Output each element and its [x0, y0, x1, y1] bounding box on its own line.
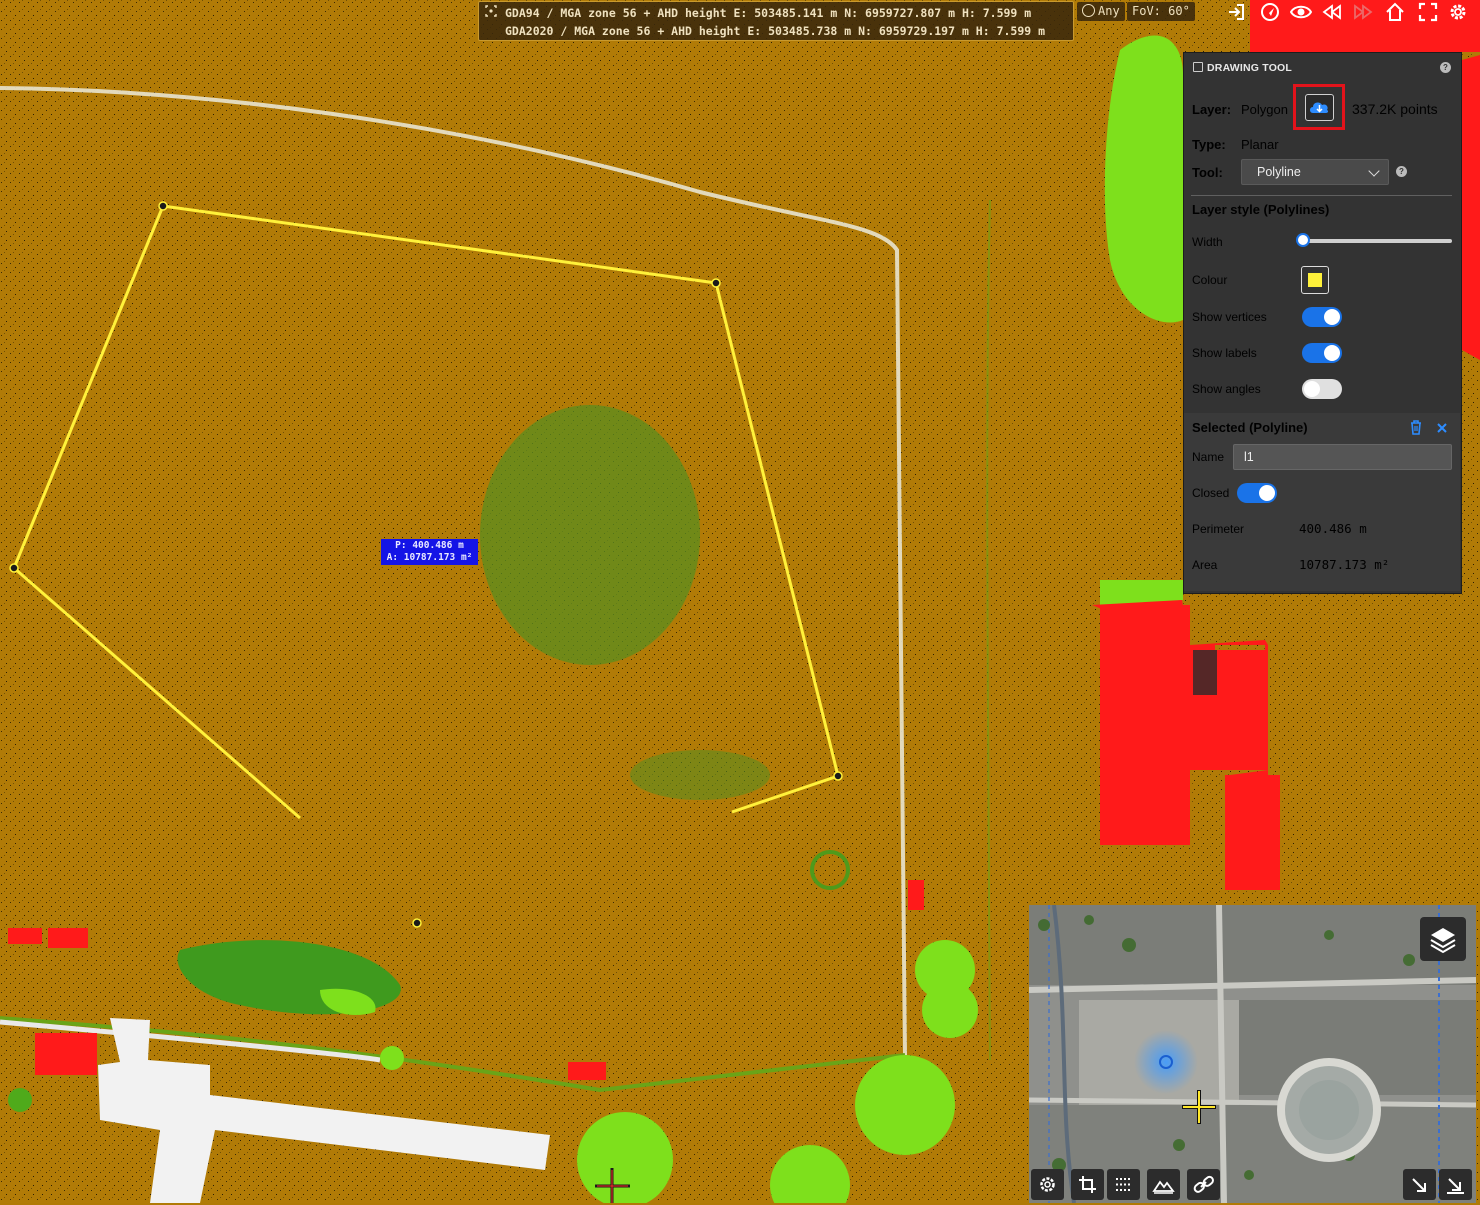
- close-icon[interactable]: [1436, 422, 1448, 434]
- layers-icon: [1430, 928, 1456, 954]
- type-label: Type:: [1192, 137, 1226, 152]
- show-vertices-label: Show vertices: [1192, 310, 1267, 324]
- cloud-download-icon: [1310, 102, 1329, 113]
- perimeter-label: Perimeter: [1192, 522, 1245, 536]
- home-icon[interactable]: [1384, 1, 1406, 23]
- coordinate-readout: GDA94 / MGA zone 56 + AHD height E: 5034…: [478, 1, 1074, 41]
- panel-header: DRAWING TOOL: [1193, 62, 1292, 74]
- tool-label: Tool:: [1192, 165, 1223, 180]
- name-label: Name: [1192, 450, 1225, 464]
- width-label: Width: [1192, 235, 1223, 249]
- name-input-value: l1: [1244, 450, 1254, 464]
- toggle-knob: [1324, 345, 1340, 361]
- show-angles-toggle[interactable]: [1302, 379, 1342, 399]
- eye-icon[interactable]: [1290, 1, 1312, 23]
- divider: [1191, 195, 1452, 196]
- corner-arrow-icon: [1447, 1178, 1464, 1194]
- minimap-settings-button[interactable]: [1031, 1169, 1064, 1200]
- fov-label: FoV: 60°: [1132, 4, 1190, 18]
- area-value: 10787.173 m²: [1299, 557, 1390, 572]
- slider-thumb[interactable]: [1296, 233, 1310, 247]
- help-icon[interactable]: ?: [1440, 62, 1451, 73]
- minimap-expand-button[interactable]: [1439, 1169, 1472, 1200]
- slider-track: [1301, 239, 1452, 243]
- vertex-handle[interactable]: [9, 563, 19, 573]
- tool-select-value: Polyline: [1257, 165, 1301, 179]
- show-labels-label: Show labels: [1192, 346, 1257, 360]
- measurement-label: P: 400.486 m A: 10787.173 m²: [381, 539, 478, 565]
- arrow-down-right-icon: [1412, 1178, 1426, 1192]
- vertex-handle[interactable]: [158, 201, 168, 211]
- minimap-shrink-button[interactable]: [1403, 1169, 1436, 1200]
- tool-select[interactable]: Polyline: [1241, 159, 1389, 185]
- cloud-upload-button[interactable]: [1293, 84, 1345, 130]
- login-icon[interactable]: [1226, 1, 1248, 23]
- gyro-icon: [1082, 4, 1095, 17]
- perimeter-value: 400.486 m: [1299, 521, 1367, 536]
- fov-readout[interactable]: FoV: 60°: [1127, 2, 1195, 21]
- snap-mode-label: Any: [1098, 4, 1120, 18]
- show-angles-label: Show angles: [1192, 382, 1261, 396]
- layer-value: Polygon: [1241, 102, 1288, 117]
- panel-title: DRAWING TOOL: [1207, 62, 1293, 74]
- gear-icon[interactable]: [1447, 1, 1469, 23]
- measurement-perimeter: P: 400.486 m: [395, 540, 464, 551]
- minimap-terrain-button[interactable]: [1147, 1169, 1180, 1200]
- chevron-down-icon: [1368, 165, 1380, 177]
- coordinate-line-gda2020: GDA2020 / MGA zone 56 + AHD height E: 50…: [505, 24, 1046, 38]
- area-label: Area: [1192, 558, 1218, 572]
- show-vertices-toggle[interactable]: [1302, 307, 1342, 327]
- minimap-crop-button[interactable]: [1071, 1169, 1104, 1200]
- vertex-handle[interactable]: [412, 918, 422, 928]
- width-slider[interactable]: [1296, 233, 1452, 247]
- fullscreen-icon[interactable]: [1417, 1, 1439, 23]
- satellite-map[interactable]: [1029, 905, 1476, 1203]
- crop-icon: [1079, 1176, 1096, 1193]
- name-input[interactable]: l1: [1233, 444, 1452, 470]
- colour-label: Colour: [1192, 273, 1228, 287]
- type-value: Planar: [1241, 137, 1279, 152]
- snap-mode-button[interactable]: Any: [1077, 2, 1125, 21]
- layers-button[interactable]: [1420, 917, 1466, 961]
- terrain-icon: [1152, 1180, 1175, 1194]
- layer-label: Layer:: [1192, 102, 1232, 117]
- closed-label: Closed: [1192, 486, 1230, 500]
- checkbox-icon: [1193, 62, 1203, 72]
- closed-toggle[interactable]: [1237, 483, 1277, 503]
- toggle-knob: [1259, 485, 1275, 501]
- minimap-link-button[interactable]: [1187, 1169, 1220, 1200]
- toggle-knob: [1324, 309, 1340, 325]
- vertex-handle[interactable]: [711, 278, 721, 288]
- toggle-knob: [1304, 381, 1320, 397]
- colour-fill: [1308, 273, 1322, 287]
- navigate-icon[interactable]: [1259, 1, 1281, 23]
- coordinate-line-gda94: GDA94 / MGA zone 56 + AHD height E: 5034…: [505, 6, 1032, 20]
- vertex-handle[interactable]: [833, 771, 843, 781]
- minimap[interactable]: [1029, 905, 1476, 1203]
- measurement-area: A: 10787.173 m²: [386, 552, 473, 563]
- tool-help-icon[interactable]: ?: [1396, 166, 1407, 177]
- point-count: 337.2K points: [1352, 101, 1438, 117]
- minimap-list-button[interactable]: [1107, 1169, 1140, 1200]
- show-labels-toggle[interactable]: [1302, 343, 1342, 363]
- fast-forward-icon[interactable]: [1352, 1, 1374, 23]
- crop-marks-icon: [485, 5, 497, 17]
- selected-title: Selected (Polyline): [1192, 420, 1308, 435]
- colour-swatch[interactable]: [1301, 266, 1329, 294]
- rewind-icon[interactable]: [1321, 1, 1343, 23]
- layer-style-title: Layer style (Polylines): [1192, 202, 1330, 217]
- dotted-list-icon: [1116, 1178, 1131, 1191]
- link-icon: [1193, 1175, 1214, 1193]
- gear-icon: [1040, 1177, 1055, 1192]
- trash-icon[interactable]: [1409, 420, 1423, 435]
